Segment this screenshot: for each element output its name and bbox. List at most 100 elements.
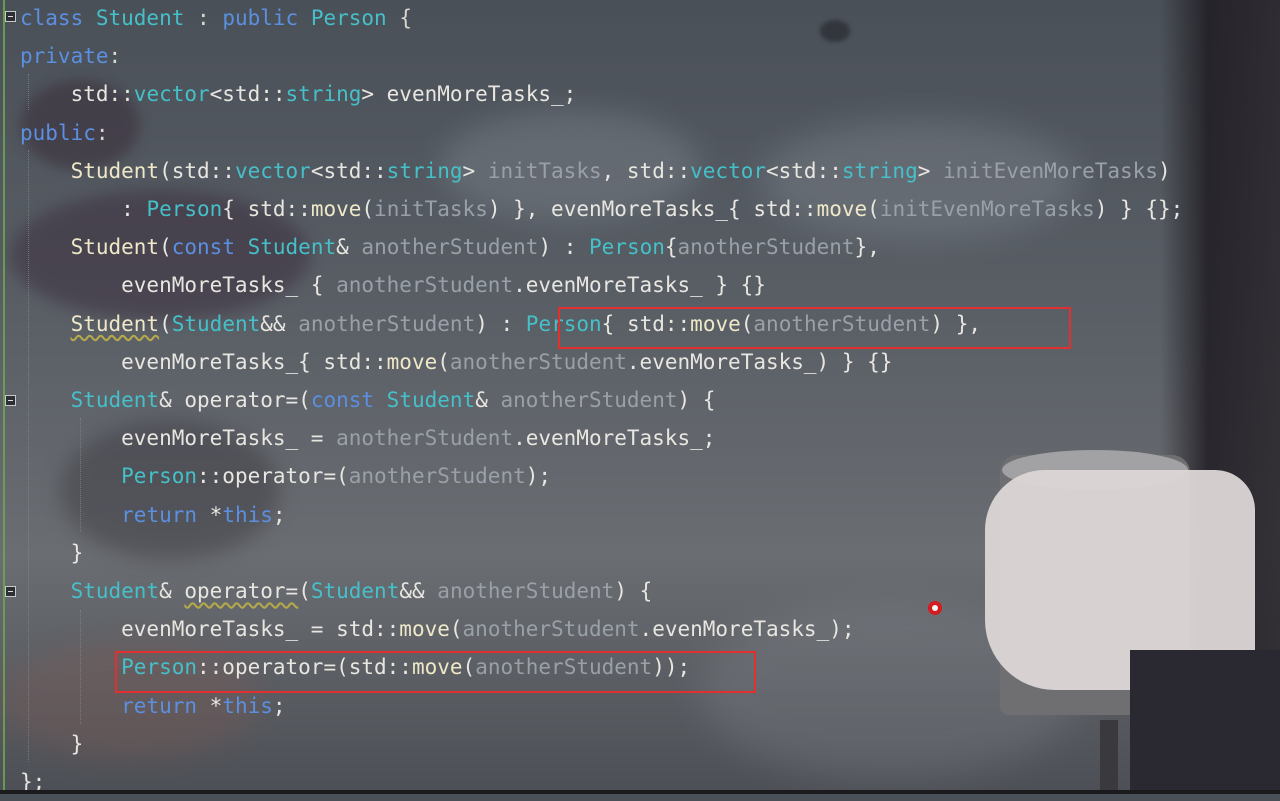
code-token: return — [121, 693, 210, 718]
code-line[interactable]: Person::operator=(anotherStudent); — [20, 457, 551, 495]
code-token: Student — [70, 158, 160, 183]
code-token: & — [475, 388, 501, 412]
code-token: ( — [437, 349, 450, 374]
code-token: string — [285, 82, 362, 107]
code-token: operator= — [184, 579, 299, 603]
code-token: (std:: — [159, 158, 235, 183]
code-token: return — [121, 502, 210, 527]
code-token: > evenMoreTasks_; — [361, 82, 577, 107]
code-token: class — [20, 6, 96, 30]
code-token: anotherStudent — [298, 311, 476, 336]
code-token: ) { — [614, 579, 653, 603]
code-token: ) : — [475, 311, 526, 336]
fold-toggle-icon[interactable] — [5, 395, 16, 406]
code-line[interactable]: } — [20, 534, 84, 572]
code-token: std:: — [20, 82, 134, 107]
code-token: } — [20, 540, 84, 565]
code-token: ) { — [677, 388, 716, 412]
code-token: vector — [133, 82, 210, 107]
code-token: anotherStudent — [336, 426, 514, 451]
code-token: Student — [70, 311, 160, 336]
code-line[interactable]: return *this; — [20, 496, 286, 534]
code-token: vector — [234, 158, 311, 183]
code-token: move — [399, 617, 450, 642]
code-token: && — [399, 579, 438, 603]
code-token: * — [209, 502, 223, 527]
code-token: ( — [298, 579, 311, 603]
code-line[interactable]: }; — [20, 763, 45, 801]
code-token: { — [386, 6, 412, 30]
code-line[interactable]: private: — [20, 37, 121, 75]
code-token: move — [310, 197, 362, 221]
code-line[interactable]: Student& operator=(Student&& anotherStud… — [20, 572, 653, 610]
code-token: anotherStudent — [336, 273, 514, 298]
code-token: && — [260, 311, 299, 336]
code-line[interactable]: evenMoreTasks_ = anotherStudent.evenMore… — [20, 419, 715, 457]
code-token: initEvenMoreTasks — [879, 197, 1095, 221]
fold-toggle-icon[interactable] — [5, 586, 16, 597]
code-token: ); — [525, 464, 552, 489]
code-token: evenMoreTasks_ { — [20, 273, 337, 298]
code-token: ; — [272, 693, 286, 718]
code-token: ( — [159, 235, 172, 260]
code-token: const — [310, 388, 387, 412]
code-token: Student — [247, 235, 337, 260]
code-token: Student — [171, 311, 261, 336]
code-token: & — [336, 235, 362, 260]
code-line[interactable]: evenMoreTasks_ = std::move(anotherStuden… — [20, 610, 854, 648]
code-token: }, — [854, 235, 880, 260]
code-token: .evenMoreTasks_) } {} — [626, 349, 893, 374]
code-token: } — [20, 731, 84, 756]
code-token: Student — [70, 235, 160, 260]
code-line[interactable]: Student(const Student& anotherStudent) :… — [20, 228, 880, 266]
code-token: .evenMoreTasks_; — [513, 426, 716, 451]
highlight-box-move-constructor — [558, 307, 1071, 349]
bottom-edge — [0, 790, 1280, 794]
code-line[interactable]: public: — [20, 114, 109, 152]
code-line[interactable]: evenMoreTasks_ { anotherStudent.evenMore… — [20, 266, 766, 304]
code-token: : — [95, 120, 109, 145]
code-token: ) : — [538, 235, 590, 260]
code-token: <std:: — [209, 82, 286, 107]
code-token: * — [209, 693, 223, 718]
code-token: vector — [690, 158, 766, 183]
code-token: ::operator=( — [197, 464, 349, 489]
code-token: ; — [272, 502, 286, 527]
wallpaper-tower — [1100, 720, 1118, 794]
code-token: .evenMoreTasks_ } {} — [513, 273, 766, 298]
code-token: <std:: — [766, 158, 842, 183]
code-line[interactable]: Student& operator=(const Student& anothe… — [20, 381, 716, 419]
code-line[interactable]: : Person{ std::move(initTasks) }, evenMo… — [20, 190, 1183, 228]
code-token: anotherStudent — [462, 617, 640, 642]
code-token: evenMoreTasks_{ std:: — [20, 349, 387, 374]
code-token: .evenMoreTasks_); — [639, 617, 855, 642]
code-line[interactable]: } — [20, 725, 84, 763]
code-token: initTasks — [487, 158, 602, 183]
code-line[interactable]: std::vector<std::string> evenMoreTasks_; — [20, 75, 577, 113]
code-token: , std:: — [601, 158, 691, 183]
code-token: this — [222, 502, 273, 527]
code-token: Person — [121, 464, 198, 489]
code-token: ( — [867, 197, 880, 221]
code-token: Student — [70, 388, 160, 412]
code-token: this — [222, 693, 273, 718]
code-line[interactable]: class Student : public Person { — [20, 0, 412, 37]
code-token: evenMoreTasks_ = — [20, 426, 337, 451]
code-token: ) }, evenMoreTasks_{ std:: — [487, 197, 817, 221]
code-token: anotherStudent — [437, 579, 615, 603]
code-line[interactable]: Student(std::vector<std::string> initTas… — [20, 152, 1171, 190]
code-token: ( — [159, 311, 172, 336]
code-token: Student — [95, 6, 185, 30]
code-token: public — [20, 120, 96, 145]
code-token: const — [171, 235, 248, 260]
fold-toggle-icon[interactable] — [5, 11, 16, 22]
background-shape — [820, 20, 850, 42]
